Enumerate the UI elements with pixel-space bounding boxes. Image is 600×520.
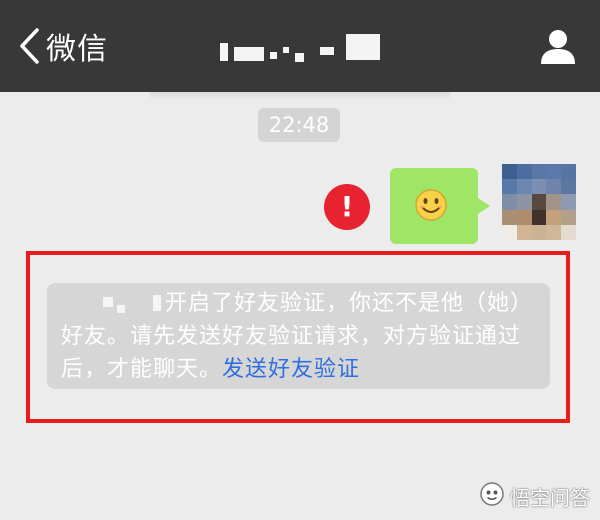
contact-name-redacted [61, 293, 165, 313]
notice-text-block: 开启了好友验证，你还不是他（她）好友。请先发送好友验证请求，对方验证通过后，才能… [61, 287, 541, 386]
system-notice: 开启了好友验证，你还不是他（她）好友。请先发送好友验证请求，对方验证通过后，才能… [47, 283, 550, 389]
nav-shadow [150, 92, 450, 100]
message-timestamp: 22:48 [258, 108, 340, 142]
exclamation-icon[interactable]: ! [324, 184, 370, 230]
send-friend-verification-link[interactable]: 发送好友验证 [222, 357, 360, 382]
back-button[interactable]: 微信 [18, 24, 108, 68]
wukong-wenda-watermark: 悟空问答 [479, 482, 590, 510]
navigation-bar: 微信 [0, 0, 600, 92]
wukong-logo-icon [479, 481, 505, 511]
smiley-emoji-icon [414, 188, 448, 226]
profile-button[interactable] [538, 26, 578, 66]
chat-title-redacted [220, 30, 390, 64]
back-label: 微信 [46, 32, 108, 67]
sent-message-bubble[interactable] [390, 168, 490, 244]
user-avatar-pixelated[interactable] [502, 164, 576, 240]
person-icon [538, 30, 578, 70]
chevron-left-icon [18, 27, 40, 65]
watermark-text: 悟空问答 [510, 485, 590, 510]
